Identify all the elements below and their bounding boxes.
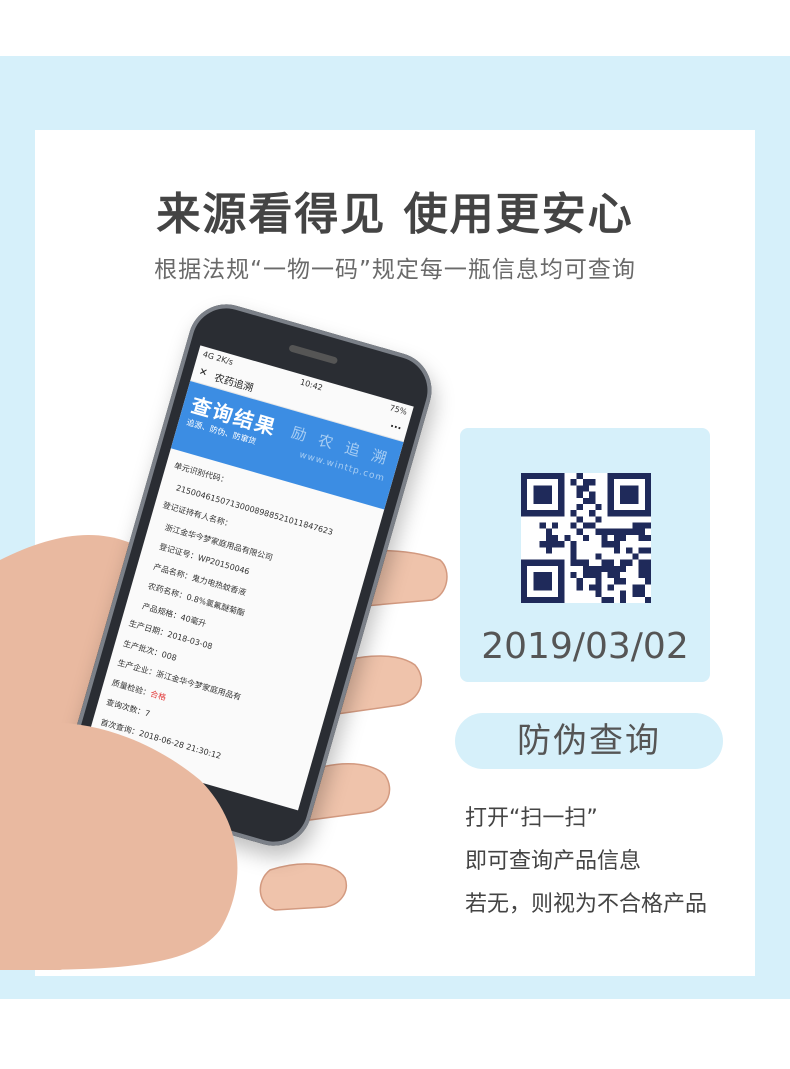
qr-code-icon[interactable] [518,473,654,603]
anti-counterfeit-query-button[interactable]: 防伪查询 [455,713,723,769]
instruction-line: 打开“扫一扫” [465,806,598,831]
thumb-overlay [0,722,238,970]
headline: 来源看得见 使用更安心 [156,189,634,240]
close-icon[interactable]: ✕ [198,366,209,379]
instruction-line: 即可查询产品信息 [465,849,642,874]
more-icon[interactable]: ··· [389,421,403,435]
phone-speaker [288,344,339,365]
qr-card: 2019/03/02 [460,428,710,682]
qr-date: 2019/03/02 [481,626,689,667]
subline: 根据法规“一物一码”规定每一瓶信息均可查询 [154,257,636,283]
instruction-line: 若无，则视为不合格产品 [465,892,708,917]
phone-in-hand-illustration: 4G 2K/s 10:42 75% ✕ 农药追溯 ··· 查询结果 追源、防伪、… [0,290,460,970]
